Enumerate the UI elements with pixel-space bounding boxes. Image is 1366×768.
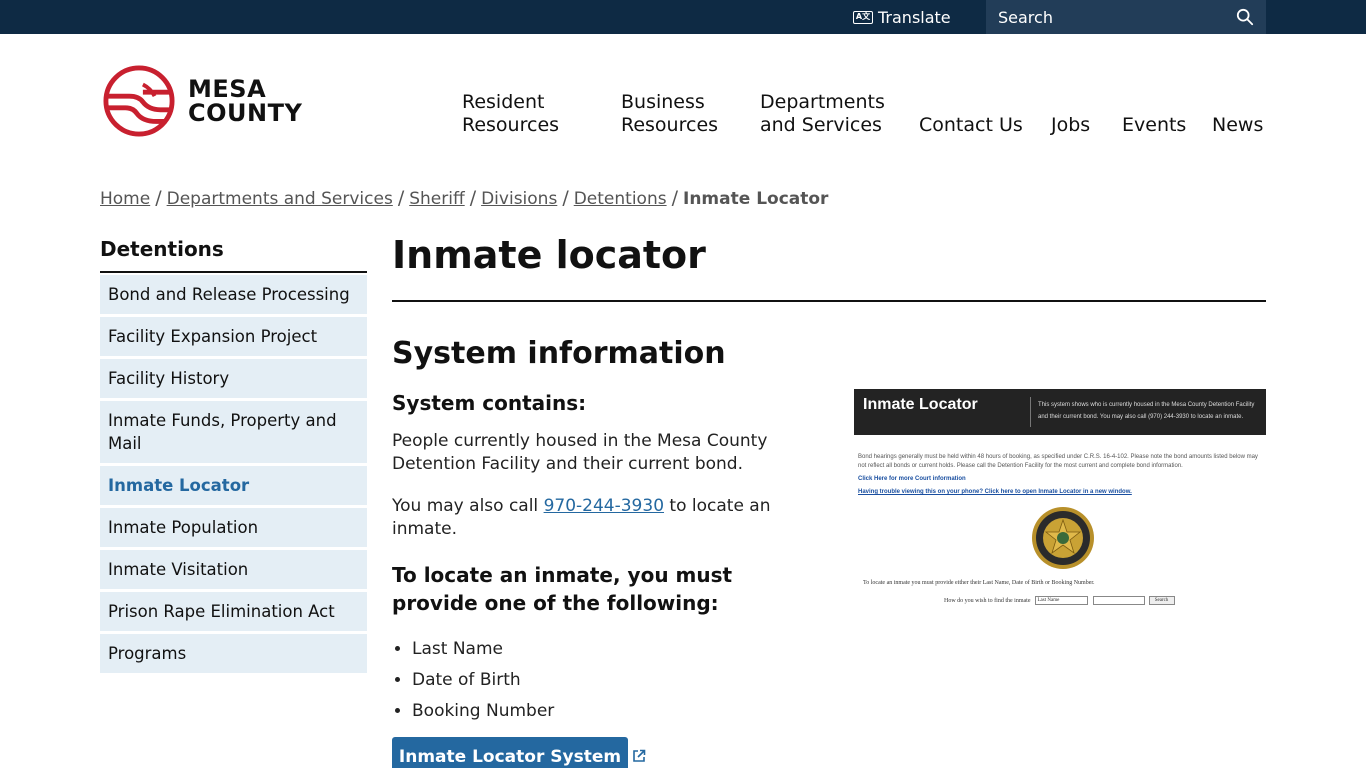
nav-label-line: Business — [621, 91, 705, 113]
breadcrumb-home[interactable]: Home — [100, 189, 150, 209]
list-item: Booking Number — [412, 696, 554, 727]
translate-label: Translate — [878, 7, 951, 27]
translate-icon: A文 — [853, 10, 873, 24]
main-nav: Resident Resources Business Resources De… — [0, 87, 1366, 137]
nav-label-line: News — [1212, 114, 1264, 136]
sidebar-item-inmate-population[interactable]: Inmate Population — [100, 508, 367, 547]
thumbnail-court-link: Click Here for more Court information — [858, 476, 966, 482]
criteria-list: Last Name Date of Birth Booking Number — [412, 634, 554, 727]
list-item: Date of Birth — [412, 665, 554, 696]
nav-departments-and-services[interactable]: Departments and Services — [760, 91, 885, 137]
sidebar-item-bond-and-release[interactable]: Bond and Release Processing — [100, 275, 367, 314]
system-contains-text: People currently housed in the Mesa Coun… — [392, 431, 768, 474]
thumbnail-header-text: This system shows who is currently house… — [1038, 402, 1255, 420]
title-divider — [392, 300, 1266, 302]
thumbnail-phone-link: Having trouble viewing this on your phon… — [858, 489, 1132, 495]
nav-business-resources[interactable]: Business Resources — [621, 91, 718, 137]
nav-events[interactable]: Events — [1122, 114, 1186, 137]
provide-heading: To locate an inmate, you must provide on… — [392, 563, 733, 615]
thumbnail-search-form: How do you wish to find the inmate Last … — [944, 596, 1175, 605]
thumbnail-bond-note: Bond hearings generally must be held wit… — [858, 454, 1258, 469]
breadcrumb-separator: / — [562, 187, 569, 209]
thumbnail-form-label: How do you wish to find the inmate — [944, 597, 1031, 604]
breadcrumb-current: Inmate Locator — [683, 189, 829, 209]
nav-resident-resources[interactable]: Resident Resources — [462, 91, 559, 137]
inmate-locator-screenshot[interactable]: Inmate Locator This system shows who is … — [854, 389, 1266, 614]
system-contains-heading: System contains: — [392, 391, 587, 415]
section-title: System information — [392, 336, 726, 371]
nav-contact-us[interactable]: Contact Us — [919, 114, 1023, 137]
nav-label-line: Resident — [462, 91, 545, 113]
sidebar-item-programs[interactable]: Programs — [100, 634, 367, 673]
breadcrumb: Home / Departments and Services / Sheriff / Di… — [100, 187, 828, 209]
sidebar-item-facility-history[interactable]: Facility History — [100, 359, 367, 398]
nav-label-line: Contact Us — [919, 114, 1023, 136]
nav-label-line: Jobs — [1051, 114, 1091, 136]
breadcrumb-sheriff[interactable]: Sheriff — [409, 189, 464, 209]
utility-bar: A文 Translate — [0, 0, 1366, 34]
breadcrumb-separator: / — [469, 187, 477, 209]
call-prefix: You may also call — [392, 496, 544, 516]
list-item: Last Name — [412, 634, 554, 665]
sidebar-item-inmate-visitation[interactable]: Inmate Visitation — [100, 550, 367, 589]
call-paragraph: You may also call 970-244-3930 to locate… — [392, 495, 812, 541]
nav-jobs[interactable]: Jobs — [1051, 114, 1090, 137]
thumbnail-header: Inmate Locator This system shows who is … — [854, 389, 1266, 435]
thumbnail-title: Inmate Locator — [863, 396, 978, 413]
breadcrumb-detentions[interactable]: Detentions — [574, 189, 667, 209]
nav-label-line: Departments — [760, 91, 885, 113]
breadcrumb-separator: / — [155, 187, 162, 209]
sidebar-item-prison-rape-elimination-act[interactable]: Prison Rape Elimination Act — [100, 592, 367, 631]
sidebar-item-facility-expansion[interactable]: Facility Expansion Project — [100, 317, 367, 356]
sidebar-nav: Bond and Release Processing Facility Exp… — [100, 275, 367, 676]
search-icon[interactable] — [1236, 8, 1254, 26]
page-title: Inmate locator — [392, 233, 706, 277]
sidebar-title[interactable]: Detentions — [100, 237, 367, 273]
nav-label-line: Resources — [621, 114, 719, 136]
nav-label-line: Resources — [462, 114, 560, 136]
nav-label-line: and Services — [760, 114, 882, 136]
search-box — [986, 0, 1266, 34]
thumbnail-select: Last Name — [1034, 596, 1088, 605]
sheriff-badge-icon — [1032, 507, 1094, 569]
breadcrumb-separator: / — [397, 187, 405, 209]
thumbnail-instructions: To locate an inmate you must provide eit… — [863, 580, 1095, 586]
search-input[interactable] — [986, 0, 1222, 34]
breadcrumb-departments-and-services[interactable]: Departments and Services — [167, 189, 393, 209]
thumbnail-divider — [1030, 397, 1031, 427]
breadcrumb-separator: / — [671, 187, 678, 209]
external-link-icon — [633, 749, 646, 762]
thumbnail-search-button: Search — [1148, 596, 1175, 605]
sidebar-item-inmate-funds[interactable]: Inmate Funds, Property and Mail — [100, 401, 367, 463]
nav-label-line: Events — [1122, 114, 1187, 136]
inmate-locator-system-button[interactable]: Inmate Locator System — [392, 737, 628, 768]
nav-news[interactable]: News — [1212, 114, 1263, 137]
sidebar-item-inmate-locator[interactable]: Inmate Locator — [100, 466, 367, 505]
translate-button[interactable]: A文 Translate — [853, 0, 951, 34]
breadcrumb-divisions[interactable]: Divisions — [481, 189, 557, 209]
phone-link[interactable]: 970-244-3930 — [544, 496, 664, 516]
thumbnail-input — [1092, 596, 1145, 605]
